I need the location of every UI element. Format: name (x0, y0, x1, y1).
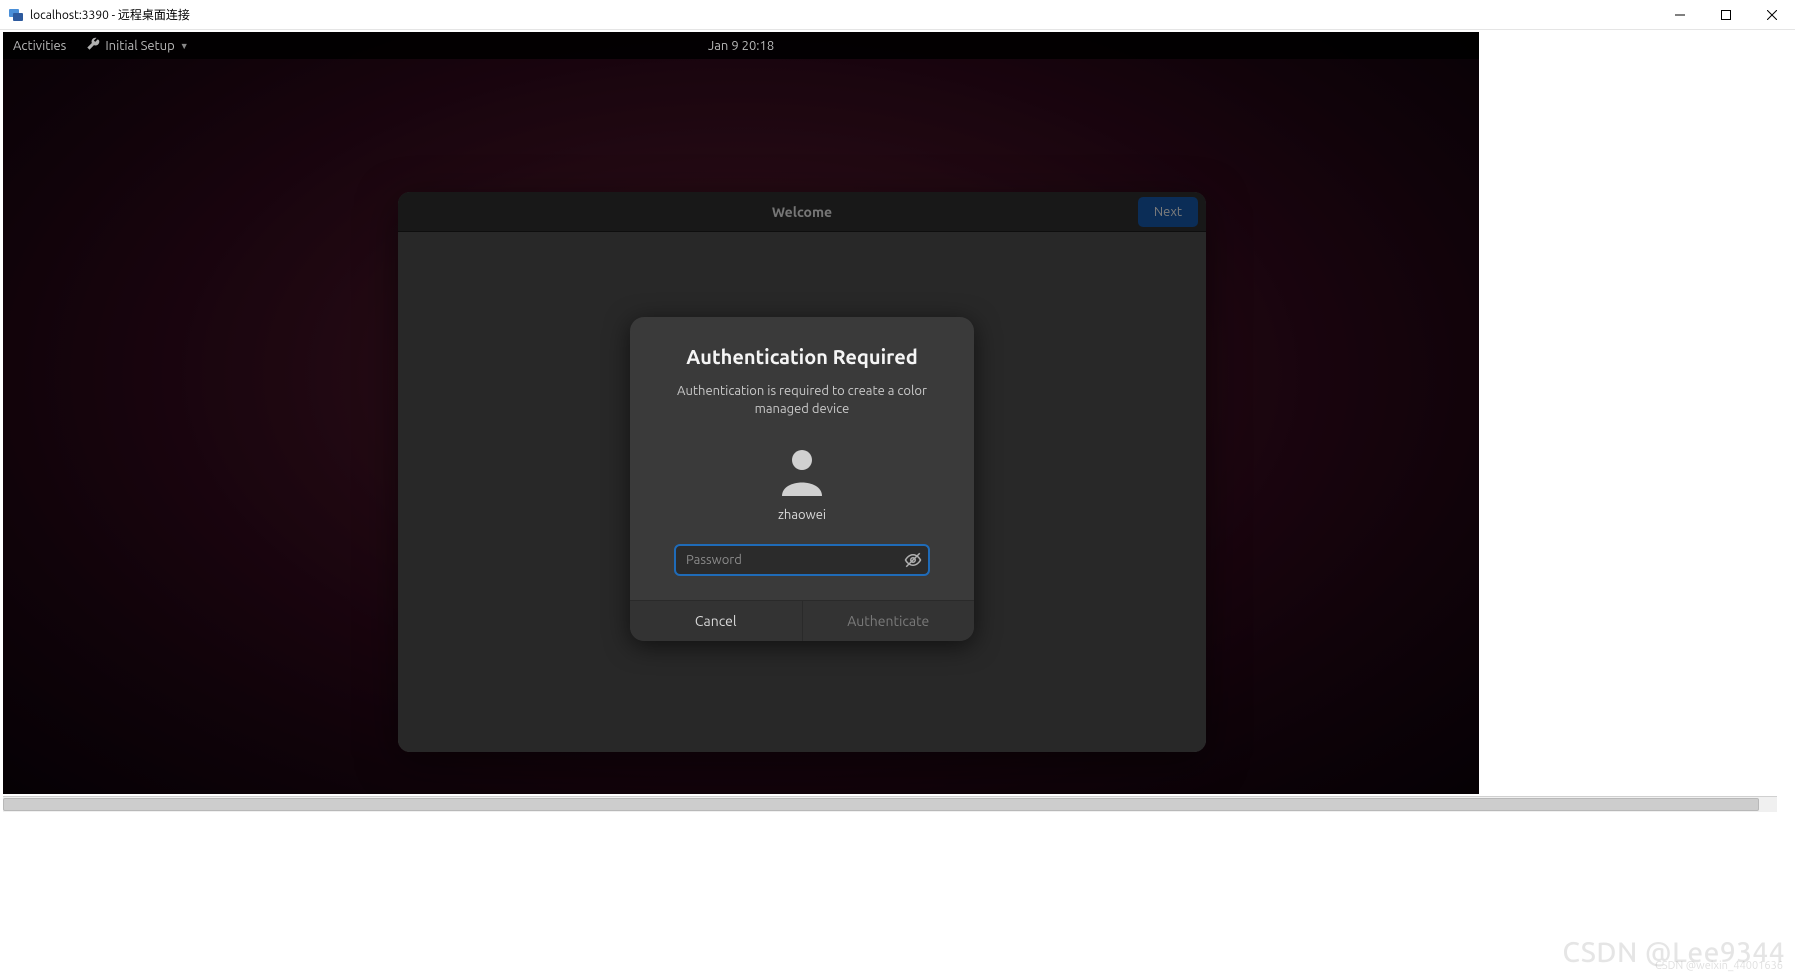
app-menu-button[interactable]: Initial Setup ▼ (86, 37, 188, 54)
wrench-icon (86, 37, 100, 54)
password-input[interactable] (674, 544, 930, 576)
horizontal-scrollbar[interactable] (3, 796, 1777, 812)
activities-button[interactable]: Activities (13, 39, 66, 53)
authenticate-button[interactable]: Authenticate (803, 601, 975, 641)
auth-title: Authentication Required (656, 345, 948, 368)
gnome-top-bar: Activities Initial Setup ▼ Jan 9 20:18 (3, 32, 1479, 59)
remote-desktop-view: Activities Initial Setup ▼ Jan 9 20:18 W… (3, 32, 1479, 794)
rdp-app-icon (8, 7, 24, 23)
scrollbar-thumb[interactable] (3, 798, 1759, 811)
clock[interactable]: Jan 9 20:18 (708, 39, 774, 53)
authentication-dialog: Authentication Required Authentication i… (630, 317, 974, 641)
minimize-button[interactable] (1657, 0, 1703, 30)
auth-description: Authentication is required to create a c… (656, 382, 948, 418)
maximize-button[interactable] (1703, 0, 1749, 30)
welcome-title: Welcome (772, 204, 832, 220)
auth-username: zhaowei (656, 508, 948, 522)
cancel-button[interactable]: Cancel (630, 601, 803, 641)
toggle-password-visibility-icon[interactable] (904, 551, 922, 569)
windows-titlebar: localhost:3390 - 远程桌面连接 (0, 0, 1795, 30)
app-menu-label: Initial Setup (105, 39, 174, 53)
window-title: localhost:3390 - 远程桌面连接 (30, 6, 190, 23)
close-button[interactable] (1749, 0, 1795, 30)
watermark-sub: CSDN @weixin_44001636 (1655, 960, 1783, 972)
next-button[interactable]: Next (1138, 197, 1198, 227)
user-avatar-icon (777, 446, 827, 496)
welcome-header: Welcome Next (398, 192, 1206, 232)
window-controls (1657, 0, 1795, 30)
chevron-down-icon: ▼ (180, 41, 189, 51)
